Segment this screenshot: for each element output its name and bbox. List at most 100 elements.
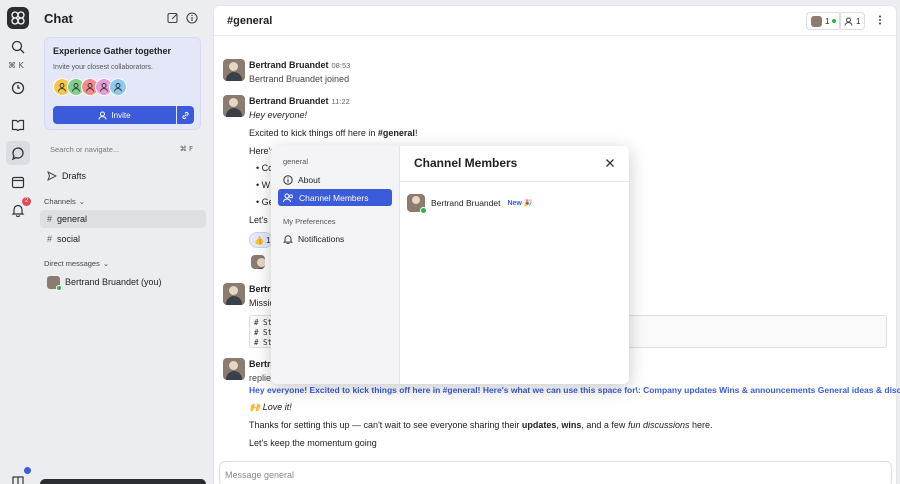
modal-nav-channel-members[interactable]: Channel Members xyxy=(278,189,392,206)
modal-nav-about[interactable]: About xyxy=(278,171,392,188)
modal-nav-notifications[interactable]: Notifications xyxy=(278,230,392,247)
chat-icon[interactable] xyxy=(6,141,30,165)
channel-title: #general xyxy=(227,15,273,27)
avatar[interactable] xyxy=(223,95,245,117)
avatar[interactable] xyxy=(223,283,245,305)
about-label: About xyxy=(298,174,321,185)
modal-divider xyxy=(400,181,629,182)
notification-badge: 2 xyxy=(22,197,31,206)
header-avatars-pill[interactable]: 1 xyxy=(806,12,842,30)
modal-title: Channel Members xyxy=(414,156,518,170)
avatar[interactable] xyxy=(251,255,265,269)
link-icon xyxy=(182,111,189,119)
message-line: Thanks for setting this up — can't wait … xyxy=(249,420,713,430)
bell-icon xyxy=(283,234,293,244)
user-icon xyxy=(844,17,853,26)
online-status-dot xyxy=(420,207,427,214)
sidebar-item-dm-self[interactable]: Bertrand Bruandet (you) xyxy=(40,273,206,291)
clock-icon[interactable] xyxy=(9,79,27,97)
list-item: • W xyxy=(256,180,271,190)
reply-quote[interactable]: Hey everyone! Excited to kick things off… xyxy=(249,385,900,395)
info-icon xyxy=(283,174,293,185)
invite-promo-card: Experience Gather together Invite your c… xyxy=(44,37,201,130)
avatar xyxy=(407,194,427,214)
drafts-label: Drafts xyxy=(62,171,87,181)
message-time: 11:22 xyxy=(331,97,350,106)
close-icon[interactable] xyxy=(605,158,615,171)
info-icon[interactable] xyxy=(186,12,198,24)
calendar-icon[interactable] xyxy=(9,173,27,191)
chevron-down-icon: ⌄ xyxy=(102,259,110,268)
more-options-icon[interactable] xyxy=(874,14,886,29)
message-line: Excited to kick things off here in #gene… xyxy=(249,128,418,138)
message-line: 🙌 Love it! xyxy=(249,402,292,412)
promo-subtitle: Invite your closest collaborators. xyxy=(53,64,153,71)
dm-section-header[interactable]: Direct messages ⌄ xyxy=(44,259,109,268)
search-shortcut-hint: ⌘ F xyxy=(179,145,193,153)
sidebar-item-general[interactable]: # general xyxy=(40,210,206,228)
channel-name: social xyxy=(57,234,81,244)
message-line: Let's xyxy=(249,215,268,225)
invite-button[interactable]: Invite xyxy=(53,106,176,124)
chat-sidebar: Chat Experience Gather together Invite y… xyxy=(36,0,210,484)
message-author[interactable]: Bertrand Bruandet 08:53 xyxy=(249,60,350,70)
member-count: 1 xyxy=(856,16,861,26)
message-line: Let's keep the momentum going xyxy=(249,438,377,448)
collaborator-avatar xyxy=(109,78,127,96)
system-message: Bertrand Bruandet joined xyxy=(249,74,350,84)
invite-label: Invite xyxy=(111,110,131,120)
member-row[interactable]: Bertrand Bruandet New 🎉 xyxy=(407,193,533,214)
reaction-emoji: 👍 xyxy=(254,235,264,245)
book-icon[interactable] xyxy=(9,116,27,134)
modal-section-preferences: My Preferences xyxy=(283,217,336,226)
search-icon[interactable] xyxy=(9,38,27,56)
collaborator-avatars xyxy=(53,78,127,96)
message-author[interactable]: Bertrand Bruandet 11:22 xyxy=(249,96,350,106)
channel-settings-modal: general About Channel Members My Prefere… xyxy=(271,146,629,384)
member-count-pill[interactable]: 1 xyxy=(839,12,866,30)
sidebar-title: Chat xyxy=(44,11,73,26)
avatar xyxy=(47,275,62,291)
gift-dot xyxy=(24,467,31,474)
dm-label: Direct messages xyxy=(44,259,100,268)
send-icon xyxy=(47,171,57,181)
online-dot xyxy=(832,19,837,23)
compose-icon[interactable] xyxy=(167,12,179,24)
member-name: Bertrand Bruandet xyxy=(431,198,501,208)
modal-section-general: general xyxy=(283,157,309,166)
hash-icon: # xyxy=(47,234,53,244)
chevron-down-icon: ⌄ xyxy=(78,197,85,206)
channels-label: Channels xyxy=(44,197,76,206)
reaction-pill[interactable]: 👍 1 xyxy=(249,232,273,248)
composer-placeholder: Message general xyxy=(225,470,295,480)
copy-invite-link-button[interactable] xyxy=(177,106,194,124)
notifications-label: Notifications xyxy=(298,233,345,244)
promo-title: Experience Gather together xyxy=(53,46,172,56)
message-composer[interactable]: Message general xyxy=(219,461,892,484)
user-icon xyxy=(98,111,107,120)
app-rail: ⌘ K 2 xyxy=(0,0,36,484)
members-label: Channel Members xyxy=(299,192,369,203)
channel-header: #general 1 1 xyxy=(214,6,896,36)
sidebar-bottom-bar xyxy=(40,479,206,484)
sidebar-item-drafts[interactable]: Drafts xyxy=(40,167,206,185)
users-icon xyxy=(283,193,293,202)
avatar[interactable] xyxy=(223,59,245,81)
new-badge: New 🎉 xyxy=(507,200,533,207)
message-line: Hey everyone! xyxy=(249,110,308,120)
avatar xyxy=(811,15,822,27)
message-time: 08:53 xyxy=(331,61,351,70)
reaction-count: 1 xyxy=(265,235,271,245)
channels-section-header[interactable]: Channels ⌄ xyxy=(44,197,85,206)
replied-label: replie xyxy=(249,373,272,383)
search-placeholder: Search or navigate... xyxy=(50,144,120,154)
app-logo-icon[interactable] xyxy=(7,7,29,29)
hash-icon: # xyxy=(47,214,53,224)
avatar[interactable] xyxy=(223,358,245,380)
dm-name: Bertrand Bruandet (you) xyxy=(65,277,162,287)
channel-name: general xyxy=(57,214,88,224)
search-shortcut: ⌘ K xyxy=(8,61,24,70)
sidebar-item-social[interactable]: # social xyxy=(40,230,206,248)
sidebar-search[interactable]: Search or navigate... ⌘ F xyxy=(44,140,201,158)
modal-nav: general About Channel Members My Prefere… xyxy=(271,146,400,384)
